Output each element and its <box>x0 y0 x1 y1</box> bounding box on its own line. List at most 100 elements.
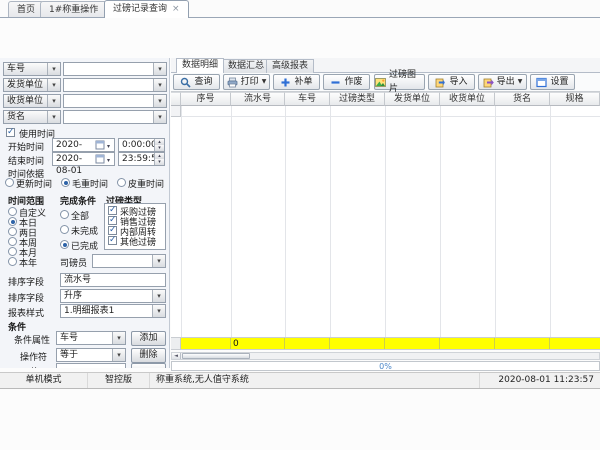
filter-field-select-shipper[interactable]: 发货单位 <box>3 78 61 92</box>
radio-update-time[interactable] <box>5 178 14 187</box>
delete-condition-button[interactable]: 删除 <box>131 348 166 363</box>
filter-field-select-receiver[interactable]: 收货单位 <box>3 94 61 108</box>
radio-tare-time-label: 皮重时间 <box>128 177 164 190</box>
horizontal-scrollbar[interactable]: ◄ <box>171 352 600 360</box>
column-header-spec[interactable]: 规格 <box>550 92 600 106</box>
radio-cond-unfinished[interactable] <box>60 225 69 234</box>
tab-weigh-record-query[interactable]: 过磅记录查询× <box>104 0 189 18</box>
radio-gross-time-label: 毛重时间 <box>72 177 108 190</box>
column-header-goods[interactable]: 货名 <box>495 92 550 106</box>
filter-value-shipper[interactable] <box>63 78 167 92</box>
filter-field-label: 收货单位 <box>7 96 43 106</box>
column-header-weigh-type[interactable]: 过磅类型 <box>330 92 385 106</box>
sort-field-value: 流水号 <box>64 275 91 285</box>
filter-value-receiver[interactable] <box>63 94 167 108</box>
tab-home-label: 首页 <box>17 5 35 15</box>
tab-data-detail[interactable]: 数据明细 <box>176 58 224 73</box>
check-other-weigh[interactable] <box>108 236 117 245</box>
start-date-picker[interactable]: 2020-08-01 ▾ <box>52 138 115 152</box>
radio-range-today[interactable] <box>8 217 17 226</box>
filter-field-select-goods[interactable]: 货名 <box>3 110 61 124</box>
filter-value-vehicle[interactable] <box>63 62 167 76</box>
tab-weigh-operation[interactable]: 1#称重操作 <box>40 1 107 17</box>
delete-condition-label: 删除 <box>139 350 157 360</box>
calendar-icon[interactable]: ▾ <box>95 154 113 164</box>
add-condition-button[interactable]: 添加 <box>131 331 166 346</box>
condition-op-select[interactable]: 等于 <box>56 348 126 362</box>
column-header-shipper[interactable]: 发货单位 <box>385 92 440 106</box>
column-header-vehicle[interactable]: 车号 <box>285 92 330 106</box>
image-icon <box>375 77 386 88</box>
query-button[interactable]: 查询 <box>173 74 220 90</box>
finish-cond-label: 完成条件 <box>60 194 96 207</box>
summary-row: 0 <box>171 337 600 350</box>
check-other-weigh-label: 其他过磅 <box>120 235 156 248</box>
radio-cond-finished-label: 已完成 <box>71 239 98 252</box>
start-time-spinner[interactable]: 0:00:00 ▴▾ <box>118 138 165 152</box>
condition-value-input[interactable] <box>56 363 126 368</box>
column-header-receiver[interactable]: 收货单位 <box>440 92 495 106</box>
use-time-checkbox[interactable] <box>6 128 15 137</box>
close-tab-icon[interactable]: × <box>172 4 180 14</box>
condition-section-label: 条件 <box>8 320 26 333</box>
radio-gross-time[interactable] <box>61 178 70 187</box>
scrollbar-thumb[interactable] <box>182 353 250 359</box>
spinner-arrows-icon[interactable]: ▴▾ <box>154 139 164 151</box>
filter-field-label: 车号 <box>7 64 25 74</box>
report-style-select[interactable]: 1.明细报表1 <box>60 304 166 318</box>
radio-range-year[interactable] <box>8 257 17 266</box>
app-window: 首页 1#称重操作 过磅记录查询× 车号 发货单位 收货单位 货名 使用时间 开… <box>0 0 600 450</box>
check-purchase-weigh[interactable] <box>108 206 117 215</box>
status-edition: 智控版 <box>88 373 150 388</box>
radio-range-month[interactable] <box>8 247 17 256</box>
end-date-value: 2020-08-01 <box>56 154 82 176</box>
check-sale-weigh[interactable] <box>108 216 117 225</box>
radio-tare-time[interactable] <box>117 178 126 187</box>
tab-data-summary[interactable]: 数据汇总 <box>222 59 270 73</box>
tab-home[interactable]: 首页 <box>8 1 44 17</box>
condition-attr-select[interactable]: 车号 <box>56 331 126 345</box>
summary-row-indicator <box>171 338 181 349</box>
summary-cell <box>440 338 495 349</box>
spinner-arrows-icon[interactable]: ▴▾ <box>154 153 164 165</box>
weigh-photos-button[interactable]: 过磅图片 <box>374 74 425 90</box>
scroll-left-arrow-icon[interactable]: ◄ <box>172 353 181 359</box>
calendar-icon[interactable]: ▾ <box>95 140 113 150</box>
column-header-serial[interactable]: 流水号 <box>231 92 285 106</box>
chevron-down-icon: ▼ <box>262 75 267 89</box>
void-button-label: 作废 <box>344 75 362 89</box>
weigher-select[interactable] <box>92 254 166 268</box>
tab-advanced-report[interactable]: 高级报表 <box>266 59 314 73</box>
export-button[interactable]: 导出 ▼ <box>478 74 527 90</box>
filter-value-goods[interactable] <box>63 110 167 124</box>
settings-button[interactable]: 设置 <box>530 74 575 90</box>
grid-body[interactable] <box>171 106 600 337</box>
check-internal-transfer[interactable] <box>108 226 117 235</box>
print-button[interactable]: 打印 ▼ <box>223 74 270 90</box>
radio-cond-finished[interactable] <box>60 240 69 249</box>
radio-range-twodays[interactable] <box>8 227 17 236</box>
sort-order-select[interactable]: 升序 <box>60 289 166 303</box>
column-header-seq[interactable]: 序号 <box>181 92 231 106</box>
radio-range-week[interactable] <box>8 237 17 246</box>
supplement-button-label: 补单 <box>294 75 312 89</box>
condition-extra-button[interactable] <box>131 363 166 368</box>
radio-cond-all[interactable] <box>60 210 69 219</box>
filter-field-label: 货名 <box>7 112 25 122</box>
import-button[interactable]: 导入 <box>428 74 475 90</box>
condition-attr-value: 车号 <box>60 333 78 343</box>
summary-cell <box>285 338 330 349</box>
sort-field-input[interactable]: 流水号 <box>60 273 166 287</box>
search-icon <box>180 77 191 88</box>
radio-range-custom[interactable] <box>8 207 17 216</box>
summary-cell-count: 0 <box>231 338 285 349</box>
tab-data-summary-label: 数据汇总 <box>228 61 264 71</box>
tab-weigh-operation-label: 1#称重操作 <box>49 5 98 15</box>
void-button[interactable]: 作废 <box>323 74 370 90</box>
filter-field-select-vehicle[interactable]: 车号 <box>3 62 61 76</box>
grid-corner-cell <box>171 92 181 106</box>
end-time-spinner[interactable]: 23:59:59 ▴▾ <box>118 152 165 166</box>
supplement-button[interactable]: 补单 <box>273 74 320 90</box>
end-date-picker[interactable]: 2020-08-01 ▾ <box>52 152 115 166</box>
sort-order-label: 排序字段 <box>8 291 44 304</box>
